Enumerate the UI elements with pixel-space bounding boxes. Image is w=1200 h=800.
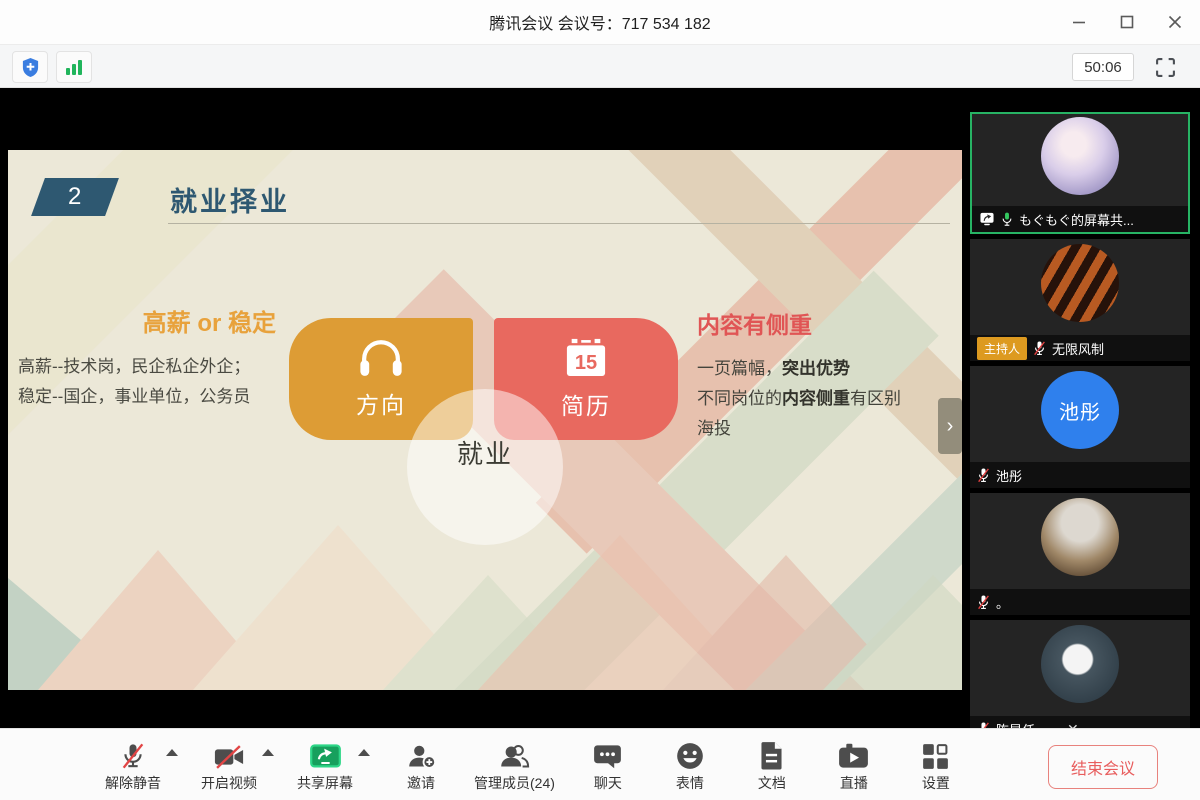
invite-button[interactable]: 邀请: [392, 733, 450, 797]
unmute-button[interactable]: 解除静音: [104, 733, 162, 797]
participant-tile-sharer[interactable]: もぐもぐ的屏幕共...: [970, 112, 1190, 234]
avatar: 池彤: [1041, 371, 1119, 449]
avatar: [1041, 244, 1119, 322]
chevron-right-icon: ›: [947, 415, 954, 438]
slide-section-number-badge: 2: [31, 178, 119, 216]
participant-namebar: もぐもぐ的屏幕共...: [972, 206, 1188, 232]
network-signal-icon: [65, 58, 83, 76]
invite-icon: [407, 743, 436, 770]
next-slide-button[interactable]: ›: [938, 398, 962, 454]
members-icon: [499, 743, 530, 770]
chat-icon: [593, 743, 622, 770]
participant-name: 。: [996, 593, 1009, 612]
participant-namebar: 。: [970, 589, 1190, 615]
participant-namebar: 陈昱任 ✕: [970, 716, 1190, 728]
slide-title-rule: [168, 223, 950, 224]
mic-on-icon: [1001, 212, 1013, 227]
maximize-button[interactable]: [1116, 11, 1138, 33]
settings-button[interactable]: 设置: [907, 733, 965, 797]
slide-left-line2: 稳定--国企，事业单位，公务员: [18, 382, 282, 412]
start-video-button[interactable]: 开启视频: [200, 733, 258, 797]
share-options-caret[interactable]: [358, 749, 370, 756]
slide-left-line1: 高薪--技术岗，民企私企外企；: [18, 352, 282, 382]
host-badge: 主持人: [977, 337, 1027, 360]
participant-name: 陈昱任: [996, 720, 1035, 729]
calendar-icon: 15: [562, 337, 610, 379]
participant-tile-panda[interactable]: 陈昱任 ✕: [970, 620, 1190, 728]
shared-screen-stage: 2 就业择业 高薪 or 稳定 高薪--技术岗，民企私企外企； 稳定--国企，事…: [0, 88, 1200, 728]
meeting-toolbar-top: 50:06: [0, 44, 1200, 88]
security-button[interactable]: [12, 51, 48, 83]
video-options-caret[interactable]: [262, 749, 274, 756]
manage-members-button[interactable]: 管理成员(24): [474, 733, 555, 797]
slide-card-resume-label: 简历: [561, 387, 611, 421]
mic-muted-icon: [977, 468, 990, 483]
participants-sidebar: もぐもぐ的屏幕共... 主持人 无限风制: [970, 112, 1190, 728]
title-bar: 腾讯会议 会议号：717 534 182: [0, 0, 1200, 44]
emoji-button[interactable]: 表情: [661, 733, 719, 797]
headphones-icon: [354, 338, 408, 378]
camera-off-icon: [213, 744, 245, 770]
slide-title: 就业择业: [170, 180, 290, 219]
shared-slide: 2 就业择业 高薪 or 稳定 高薪--技术岗，民企私企外企； 稳定--国企，事…: [8, 150, 962, 690]
slide-section-number: 2: [68, 183, 81, 211]
mic-muted-icon: [1033, 341, 1046, 356]
window-title: 腾讯会议 会议号：717 534 182: [489, 10, 710, 34]
participant-namebar: 主持人 无限风制: [970, 335, 1190, 361]
calendar-day-number: 15: [575, 352, 597, 374]
mic-options-caret[interactable]: [166, 749, 178, 756]
participant-namebar: 池彤: [970, 462, 1190, 488]
slide-card-direction-label: 方向: [356, 386, 406, 420]
document-icon: [759, 741, 784, 770]
app-window: 腾讯会议 会议号：717 534 182: [0, 0, 1200, 800]
chat-button[interactable]: 聊天: [579, 733, 637, 797]
participant-name: 无限风制: [1052, 339, 1104, 358]
network-quality-button[interactable]: [56, 51, 92, 83]
slide-right-line1: 一页篇幅，突出优势: [697, 354, 959, 384]
screen-sharing-icon: [979, 212, 995, 226]
slide-center-circle-label: 就业: [457, 434, 513, 471]
settings-icon: [922, 743, 949, 770]
fullscreen-icon: [1155, 57, 1176, 78]
avatar: [1041, 625, 1119, 703]
emoji-icon: [676, 742, 704, 770]
participant-tile-dot[interactable]: 。: [970, 493, 1190, 615]
meeting-toolbar-bottom: 解除静音 开启视频: [0, 728, 1200, 800]
participant-tile-chitong[interactable]: 池彤 池彤: [970, 366, 1190, 488]
slide-right-heading: 内容有侧重: [697, 306, 959, 340]
security-shield-icon: [21, 57, 40, 78]
avatar-initials: 池彤: [1059, 396, 1101, 425]
share-screen-icon: [309, 743, 342, 770]
meeting-timer: 50:06: [1072, 53, 1134, 81]
live-icon: [838, 743, 869, 770]
participant-name: もぐもぐ的屏幕共...: [1019, 210, 1134, 229]
close-button[interactable]: [1164, 11, 1186, 33]
avatar: [1041, 498, 1119, 576]
slide-left-heading: 高薪 or 稳定: [18, 303, 282, 338]
slide-center-circle: 就业: [407, 389, 563, 545]
close-icon[interactable]: ✕: [1067, 721, 1079, 729]
slide-right-text: 内容有侧重 一页篇幅，突出优势 不同岗位的内容侧重有区别 海投: [697, 306, 959, 444]
share-screen-button[interactable]: 共享屏幕: [296, 733, 354, 797]
avatar: [1041, 117, 1119, 195]
window-controls: [1068, 0, 1186, 44]
mic-muted-icon: [977, 595, 990, 610]
mic-muted-icon: [119, 742, 147, 770]
slide-right-line3: 海投: [697, 414, 959, 444]
participant-name: 池彤: [996, 466, 1022, 485]
end-meeting-button[interactable]: 结束会议: [1048, 745, 1158, 789]
slide-right-line2: 不同岗位的内容侧重有区别: [697, 384, 959, 414]
minimize-button[interactable]: [1068, 11, 1090, 33]
documents-button[interactable]: 文档: [743, 733, 801, 797]
participant-tile-host[interactable]: 主持人 无限风制: [970, 239, 1190, 361]
fullscreen-button[interactable]: [1148, 53, 1182, 81]
live-stream-button[interactable]: 直播: [825, 733, 883, 797]
slide-left-text: 高薪 or 稳定 高薪--技术岗，民企私企外企； 稳定--国企，事业单位，公务员: [18, 303, 282, 412]
